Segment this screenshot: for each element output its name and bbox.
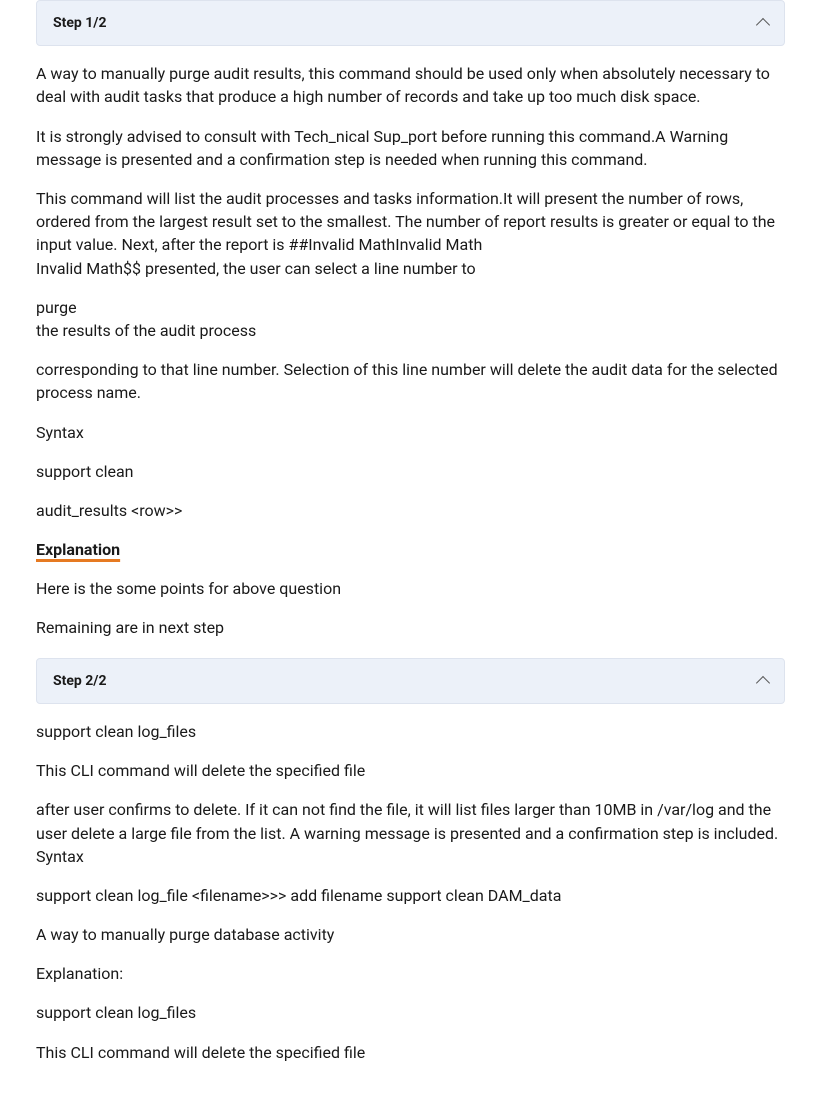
step1-syntax-cmd2: audit_results <row>> [36, 499, 785, 522]
step1-syntax-cmd1: support clean [36, 460, 785, 483]
step1-expl-p2: Remaining are in next step [36, 616, 785, 639]
step2-p4: support clean log_file <filename>>> add … [36, 884, 785, 907]
step1-expl-p1: Here is the some points for above questi… [36, 577, 785, 600]
step-2-content: support clean log_files This CLI command… [36, 704, 785, 1082]
step1-para3-l2: Invalid Math$$ presented, the user can s… [36, 257, 785, 280]
step-1-title: Step 1/2 [53, 13, 107, 33]
step1-para2: It is strongly advised to consult with T… [36, 125, 785, 171]
step1-para3-l1: This command will list the audit process… [36, 187, 785, 257]
step2-p1: support clean log_files [36, 720, 785, 743]
chevron-up-icon [756, 18, 770, 32]
step1-purge: purge the results of the audit process [36, 296, 785, 342]
step2-p3: after user confirms to delete. If it can… [36, 798, 785, 868]
step-1-header[interactable]: Step 1/2 [36, 0, 785, 46]
step2-p7: support clean log_files [36, 1001, 785, 1024]
step1-syntax-label: Syntax [36, 421, 785, 444]
step1-para1: A way to manually purge audit results, t… [36, 62, 785, 108]
step-2-header[interactable]: Step 2/2 [36, 658, 785, 704]
step-2-title: Step 2/2 [53, 671, 107, 691]
step2-p5: A way to manually purge database activit… [36, 923, 785, 946]
step1-para3: This command will list the audit process… [36, 187, 785, 280]
explanation-heading: Explanation [36, 538, 120, 563]
step2-p6: Explanation: [36, 962, 785, 985]
chevron-up-icon [756, 676, 770, 690]
step2-p2: This CLI command will delete the specifi… [36, 759, 785, 782]
step1-para5: corresponding to that line number. Selec… [36, 358, 785, 404]
step2-p8: This CLI command will delete the specifi… [36, 1041, 785, 1064]
step1-purge-l2: the results of the audit process [36, 319, 785, 342]
step-1-content: A way to manually purge audit results, t… [36, 46, 785, 657]
step1-purge-l1: purge [36, 296, 785, 319]
